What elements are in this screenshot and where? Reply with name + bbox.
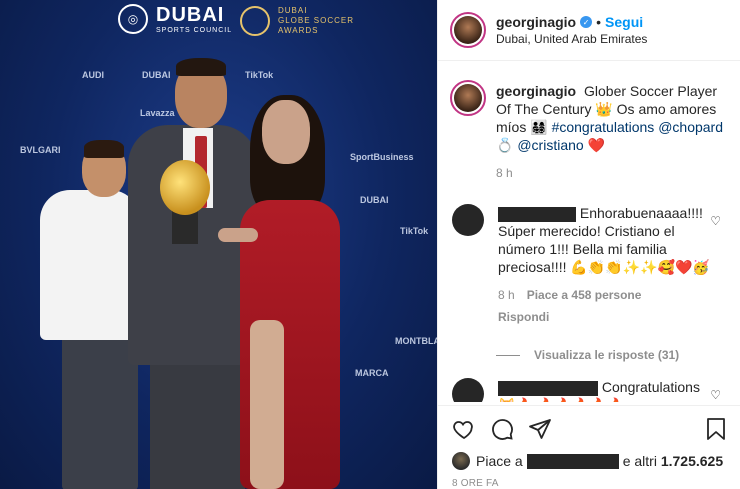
gs-line2: GLOBE SOCCER (278, 16, 355, 25)
post-photo[interactable]: ◎ DUBAI SPORTS COUNCIL DUBAI GLOBE SOCCE… (0, 0, 437, 489)
redacted-username[interactable] (498, 206, 576, 222)
post-actions: Piace a e altri 1.725.625 8 ORE FA (438, 405, 740, 489)
backdrop-logo: AUDI (82, 70, 104, 80)
like-comment-heart-icon[interactable]: ♡ (710, 388, 721, 402)
post-side-panel: georginagio ✓ • Segui Dubai, United Arab… (437, 0, 740, 489)
list-item: Enhorabuenaaaa!!!! Súper merecido! Crist… (438, 204, 740, 326)
liker-avatar (452, 452, 470, 470)
location-link[interactable]: Dubai, United Arab Emirates (496, 32, 647, 46)
gs-line3: AWARDS (278, 26, 319, 35)
view-replies-label[interactable]: Visualizza le risposte (31) (534, 348, 679, 362)
backdrop-logo: MONTBLANC (395, 336, 437, 346)
divider (496, 354, 520, 356)
likes-suffix: e altri (622, 453, 657, 469)
header-username[interactable]: georginagio (496, 14, 576, 30)
bookmark-icon[interactable] (705, 417, 727, 441)
woman-figure (218, 228, 258, 242)
boy-figure (84, 140, 124, 158)
hashtag-link[interactable]: #congratulations (552, 119, 655, 135)
backdrop-logo: Lavazza (140, 108, 175, 118)
man-figure (176, 58, 226, 76)
likes-count[interactable]: 1.725.625 (661, 453, 723, 469)
caption-username[interactable]: georginagio (496, 83, 576, 99)
redacted-username[interactable] (498, 380, 598, 396)
trophy (172, 210, 198, 244)
dubai-logo-subtext: SPORTS COUNCIL (156, 27, 233, 34)
avatar[interactable] (450, 80, 486, 116)
backdrop-logo: MARCA (355, 368, 389, 378)
redacted-username[interactable] (526, 453, 619, 469)
comment-bubble-icon[interactable] (490, 417, 514, 441)
post-timestamp[interactable]: 8 ORE FA (452, 478, 727, 489)
likes-prefix: Piace a (476, 453, 523, 469)
ring-emoji: 💍 (496, 137, 514, 153)
verified-badge-icon: ✓ (580, 16, 593, 28)
reply-button[interactable]: Rispondi (498, 308, 716, 326)
globe-soccer-ring-icon (240, 6, 270, 36)
backdrop-logo: BVLGARI (20, 145, 61, 155)
woman-figure (250, 320, 284, 489)
comments-list[interactable]: georginagio Glober Soccer Player Of The … (438, 72, 740, 402)
like-heart-icon[interactable] (452, 417, 476, 441)
mention-link[interactable]: @chopard (658, 119, 723, 135)
mention-link[interactable]: @cristiano (517, 137, 583, 153)
heart-emoji: ❤️ (587, 137, 605, 153)
dubai-seal-icon: ◎ (118, 4, 148, 34)
view-replies-button[interactable]: Visualizza le risposte (31) (496, 348, 740, 362)
share-paper-plane-icon[interactable] (528, 417, 552, 441)
backdrop-logo: TikTok (245, 70, 274, 80)
dubai-logo-text: DUBAI (156, 4, 225, 26)
separator-dot: • (596, 14, 602, 30)
likes-summary[interactable]: Piace a e altri 1.725.625 (452, 452, 727, 470)
caption-time[interactable]: 8 h (496, 164, 726, 182)
backdrop-logo: TikTok (400, 226, 429, 236)
trophy (160, 160, 210, 215)
boy-figure (62, 330, 138, 489)
avatar[interactable] (450, 12, 486, 48)
gs-line1: DUBAI (278, 6, 308, 15)
dubai-sports-council-logo: ◎ DUBAI SPORTS COUNCIL (118, 4, 232, 34)
backdrop-logo: DUBAI (360, 195, 389, 205)
like-comment-heart-icon[interactable]: ♡ (710, 214, 721, 228)
globe-soccer-logo: DUBAI GLOBE SOCCER AWARDS (240, 6, 354, 36)
follow-button[interactable]: Segui (605, 14, 643, 30)
avatar[interactable] (452, 204, 484, 236)
comment-time[interactable]: 8 h (498, 286, 515, 304)
backdrop-logo: DUBAI (142, 70, 171, 80)
list-item: Congratulations 😻🔥 🔥🔥🔥🔥🔥 ♡ (438, 378, 740, 402)
comment-likes[interactable]: Piace a 458 persone (527, 286, 642, 304)
caption: georginagio Glober Soccer Player Of The … (438, 72, 740, 182)
boy-figure (40, 190, 140, 340)
post-header: georginagio ✓ • Segui Dubai, United Arab… (438, 0, 740, 61)
woman-figure (262, 100, 310, 164)
man-figure (150, 355, 245, 489)
avatar[interactable] (452, 378, 484, 402)
backdrop-logo: SportBusiness (350, 152, 414, 162)
